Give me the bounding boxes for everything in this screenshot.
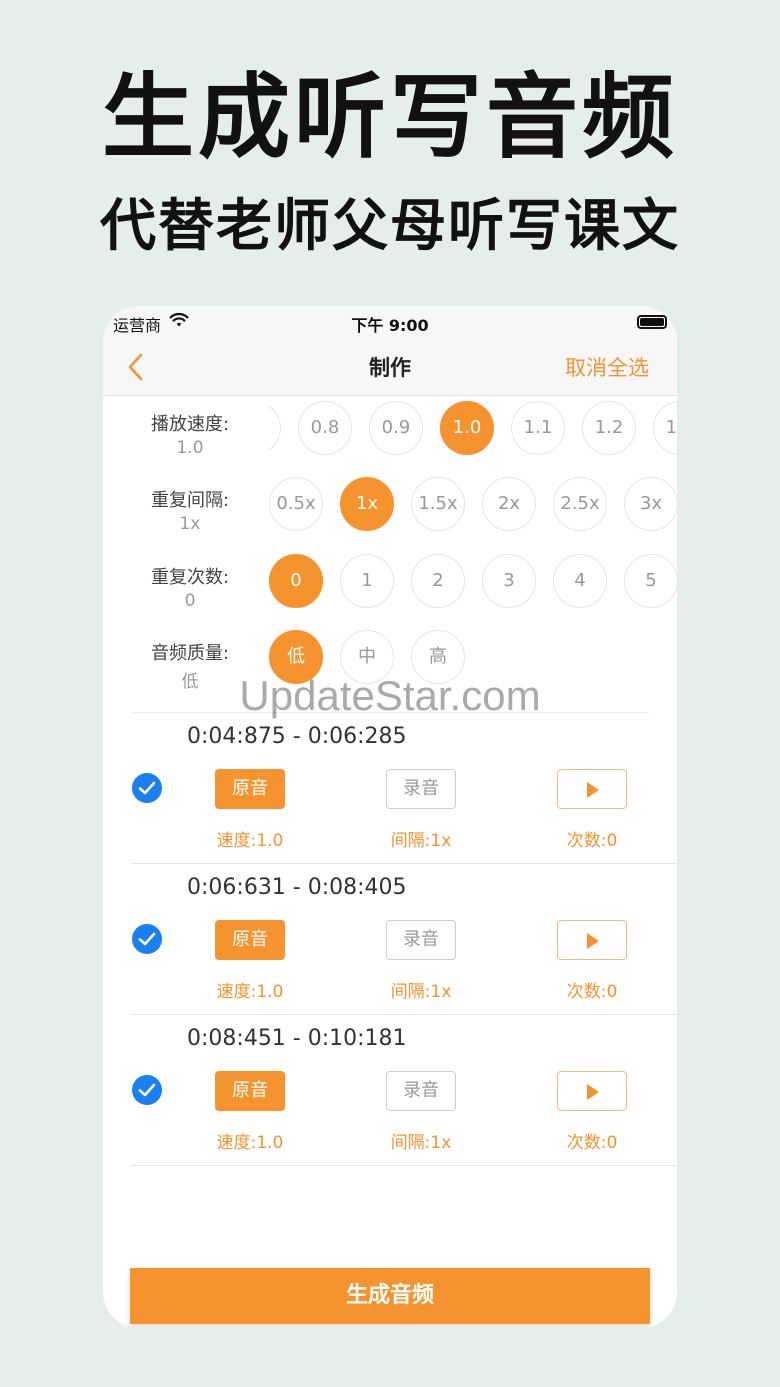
nav-bar: 制作 取消全选: [103, 338, 677, 396]
option-interval-1[interactable]: 1x: [340, 477, 394, 531]
segment-speed: 速度:1.0: [216, 982, 284, 1002]
promo-subtitle: 代替老师父母听写课文: [100, 194, 680, 259]
checkbox-checked-icon[interactable]: [131, 923, 163, 955]
generate-audio-button[interactable]: 生成音频: [130, 1268, 650, 1324]
option-repeat-0[interactable]: 0: [269, 554, 323, 608]
play-icon: [587, 782, 599, 798]
setting-label: 重复间隔:: [150, 490, 230, 511]
play-icon: [587, 1084, 599, 1100]
option-repeat-3[interactable]: 3: [482, 554, 536, 608]
record-button[interactable]: 录音: [386, 1071, 456, 1111]
option-scroller[interactable]: 012345: [269, 553, 677, 609]
segment-row: 0:04:875 - 0:06:285 原音 录音速度:1.0 间隔:1x 次数:0: [131, 712, 677, 864]
promo-title: 生成听写音频: [101, 64, 678, 171]
checkbox-checked-icon[interactable]: [131, 772, 163, 804]
option-scroller[interactable]: 0.5x 1x 1.5x 2x 2.5x 3x: [269, 476, 677, 532]
play-button[interactable]: [557, 920, 627, 960]
original-audio-button[interactable]: 原音: [215, 769, 285, 809]
play-button[interactable]: [557, 1071, 627, 1111]
original-audio-button[interactable]: 原音: [215, 1071, 285, 1111]
option-repeat-5[interactable]: 5: [624, 554, 677, 608]
option-speed-3[interactable]: 1.0: [440, 401, 494, 455]
segment-interval: 间隔:1x: [390, 831, 452, 851]
setting-value: 1x: [179, 514, 201, 534]
segment-count: 次数:0: [566, 982, 618, 1002]
option-interval-2[interactable]: 1.5x: [411, 477, 465, 531]
setting-label: 重复次数:: [150, 567, 230, 588]
option-repeat-1[interactable]: 1: [340, 554, 394, 608]
status-time: 下午 9:00: [351, 316, 429, 335]
setting-row-speed: 播放速度: 1.0 0.7 0.8 0.9 1.0 1.1 1.2 1.3: [103, 401, 677, 472]
phone-screen: 运营商 下午 9:00 制作 取消全选 播放速度: 1.0 0.7 0.8 0.9 1.0…: [103, 306, 677, 1328]
segment-speed: 速度:1.0: [216, 1133, 284, 1153]
setting-value: 0: [184, 591, 196, 611]
option-speed-5[interactable]: 1.2: [582, 401, 636, 455]
segment-row: 0:06:631 - 0:08:405 原音 录音速度:1.0 间隔:1x 次数:0: [131, 863, 677, 1015]
option-speed-2[interactable]: 0.9: [369, 401, 423, 455]
option-scroller[interactable]: 0.7 0.8 0.9 1.0 1.1 1.2 1.3: [269, 400, 677, 456]
status-bar: 运营商 下午 9:00: [103, 306, 677, 338]
segment-time-range: 0:08:451 - 0:10:181: [187, 1026, 407, 1051]
setting-row-interval: 重复间隔: 1x 0.5x 1x 1.5x 2x 2.5x 3x: [103, 477, 677, 548]
setting-row-repeat: 重复次数: 0 0 1 2 3 4 5: [103, 554, 677, 625]
option-interval-3[interactable]: 2x: [482, 477, 536, 531]
watermark: UpdateStar.com: [239, 672, 541, 719]
segment-count: 次数:0: [566, 831, 618, 851]
option-repeat-2[interactable]: 2: [411, 554, 465, 608]
setting-label: 音频质量:: [150, 643, 230, 664]
segment-row: 0:08:451 - 0:10:181 原音 录音速度:1.0 间隔:1x 次数:0: [131, 1014, 677, 1166]
option-speed-1[interactable]: 0.8: [298, 401, 352, 455]
segment-time-range: 0:04:875 - 0:06:285: [187, 724, 407, 749]
record-button[interactable]: 录音: [386, 920, 456, 960]
segment-interval: 间隔:1x: [390, 1133, 452, 1153]
record-button[interactable]: 录音: [386, 769, 456, 809]
segment-count: 次数:0: [566, 1133, 618, 1153]
segment-interval: 间隔:1x: [390, 982, 452, 1002]
option-interval-0[interactable]: 0.5x: [269, 477, 323, 531]
option-interval-4[interactable]: 2.5x: [553, 477, 607, 531]
option-speed-4[interactable]: 1.1: [511, 401, 565, 455]
checkbox-checked-icon[interactable]: [131, 1074, 163, 1106]
setting-value: 1.0: [176, 438, 204, 458]
deselect-all-button[interactable]: 取消全选: [565, 352, 649, 382]
option-speed-0[interactable]: 0.7: [269, 401, 281, 455]
original-audio-button[interactable]: 原音: [215, 920, 285, 960]
option-interval-5[interactable]: 3x: [624, 477, 677, 531]
play-button[interactable]: [557, 769, 627, 809]
segment-speed: 速度:1.0: [216, 831, 284, 851]
battery-icon: [637, 315, 667, 329]
option-speed-6[interactable]: 1.3: [653, 401, 677, 455]
option-repeat-4[interactable]: 4: [553, 554, 607, 608]
segment-time-range: 0:06:631 - 0:08:405: [187, 875, 407, 900]
play-icon: [587, 933, 599, 949]
setting-label: 播放速度:: [150, 414, 230, 435]
